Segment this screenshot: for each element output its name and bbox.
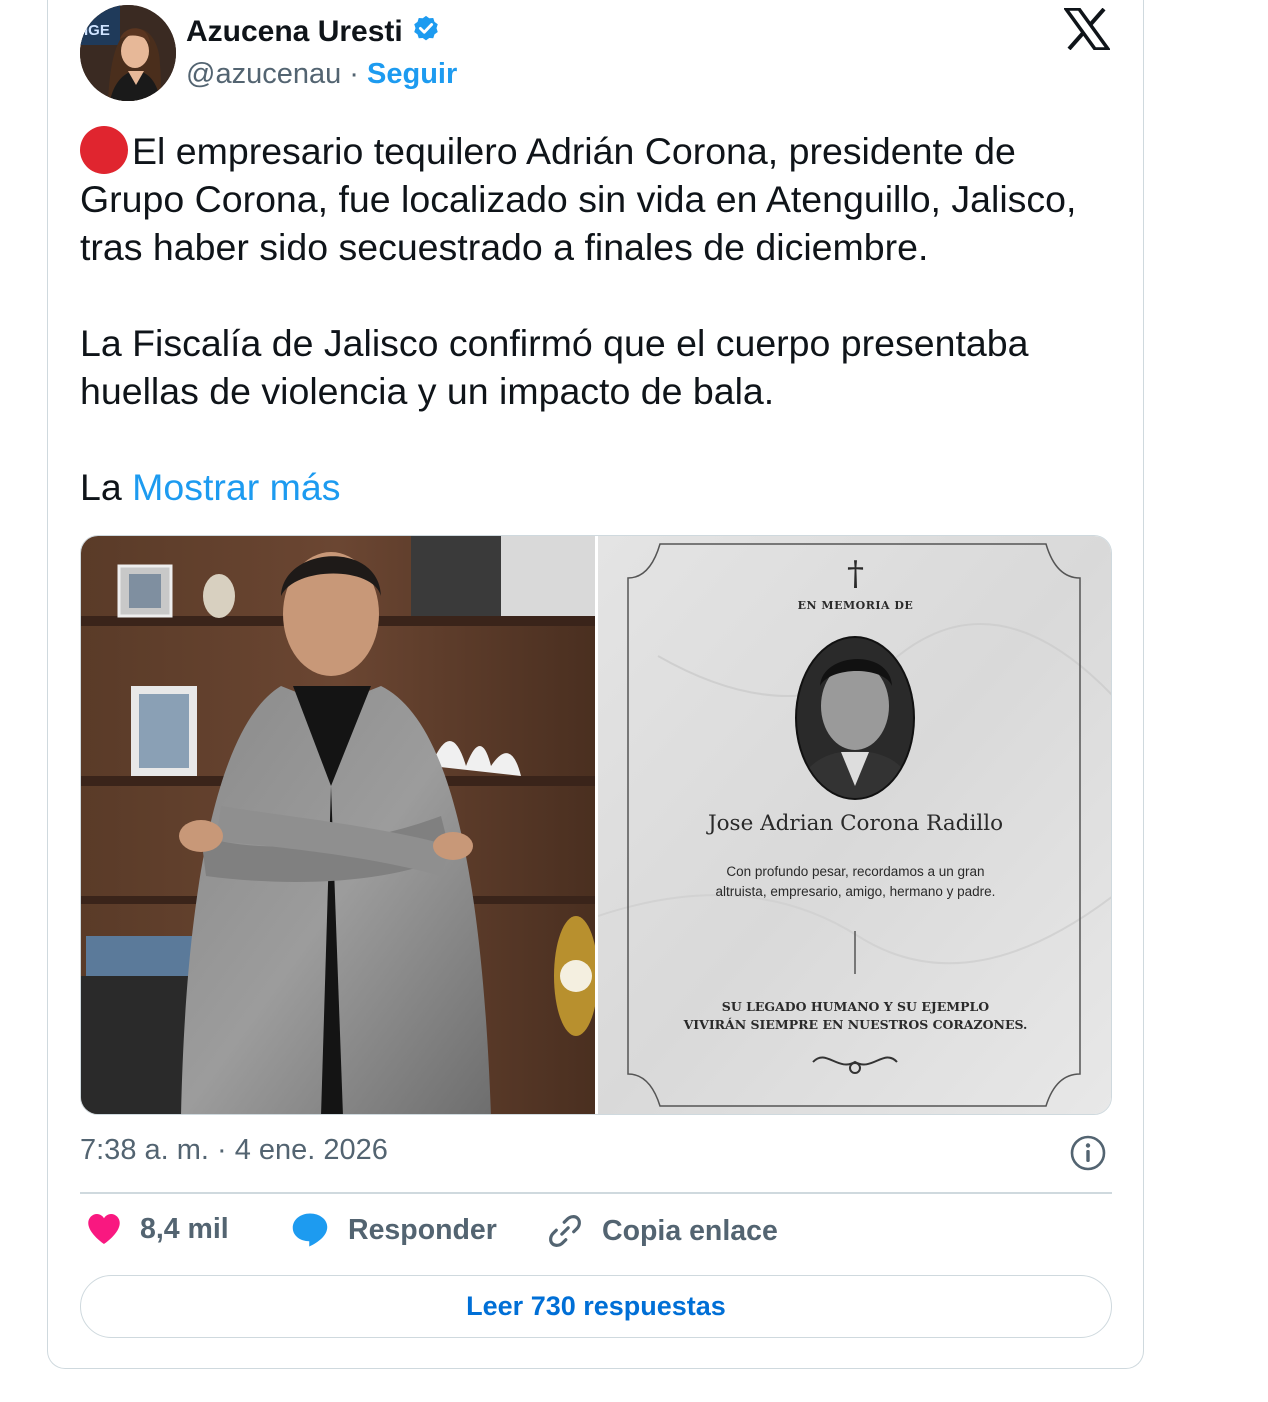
svg-text:IGE: IGE <box>84 22 110 39</box>
memorial-legacy-line-2: VIVIRÁN SIEMPRE EN NUESTROS CORAZONES. <box>683 1017 1028 1032</box>
copy-link-button[interactable]: Copia enlace <box>546 1212 778 1250</box>
reply-label: Responder <box>348 1213 497 1246</box>
copy-link-label: Copia enlace <box>602 1214 778 1247</box>
memorial-heading: EN MEMORIA DE <box>797 599 914 612</box>
tweet-paragraph-1: El empresario tequilero Adrián Corona, p… <box>80 126 1120 271</box>
tweet-timestamp[interactable]: 7:38 a. m. · 4 ene. 2026 <box>80 1134 388 1167</box>
memorial-legacy-line-1: SU LEGADO HUMANO Y SU EJEMPLO <box>721 999 990 1014</box>
verified-badge-icon <box>411 14 441 49</box>
like-button[interactable]: 8,4 mil <box>86 1212 229 1246</box>
divider <box>80 1192 1112 1194</box>
reply-bubble-icon <box>292 1213 328 1247</box>
x-logo-icon[interactable] <box>1062 7 1112 51</box>
read-replies-button[interactable]: Leer 730 respuestas <box>80 1275 1112 1338</box>
link-icon <box>549 1215 581 1247</box>
handle-row: @azucenau · Seguir <box>186 58 457 91</box>
heart-icon <box>88 1214 120 1244</box>
separator-dot: · <box>349 58 359 90</box>
memorial-legacy: SU LEGADO HUMANO Y SU EJEMPLO VIVIRÁN SI… <box>598 998 1111 1034</box>
tweet-paragraph-1-text: El empresario tequilero Adrián Corona, p… <box>80 130 1077 268</box>
memorial-message-line-2: altruista, empresario, amigo, hermano y … <box>715 884 996 899</box>
action-bar: 8,4 mil Responder Copia enlace <box>80 1212 1112 1256</box>
follow-button[interactable]: Seguir <box>367 58 457 90</box>
memorial-card-image[interactable]: † EN MEMORIA DE Jose Adrian Corona Radil… <box>598 536 1111 1114</box>
reply-action-button[interactable]: Responder <box>290 1212 497 1248</box>
memorial-cross-icon: † <box>847 554 864 594</box>
read-replies-label: Leer 730 respuestas <box>466 1291 726 1321</box>
tweet-paragraph-3-text: La <box>80 466 122 508</box>
tweet-paragraph-2: La Fiscalía de Jalisco confirmó que el c… <box>80 322 1029 412</box>
avatar[interactable]: IGE <box>80 5 176 101</box>
show-more-link[interactable]: Mostrar más <box>132 466 340 508</box>
memorial-message-line-1: Con profundo pesar, recordamos a un gran <box>726 864 985 879</box>
media-grid: † EN MEMORIA DE Jose Adrian Corona Radil… <box>80 535 1112 1115</box>
info-icon[interactable] <box>1069 1134 1107 1172</box>
author-name-row: Azucena Uresti <box>186 14 441 49</box>
tweet-paragraph-3: La Mostrar más <box>80 463 1120 511</box>
red-circle-icon <box>80 126 128 174</box>
author-name[interactable]: Azucena Uresti <box>186 15 403 49</box>
photo-businessman[interactable] <box>81 536 598 1114</box>
like-count: 8,4 mil <box>140 1212 229 1245</box>
tweet-text: El empresario tequilero Adrián Corona, p… <box>80 126 1120 511</box>
memorial-name: Jose Adrian Corona Radillo <box>707 811 1004 836</box>
memorial-message: Con profundo pesar, recordamos a un gran… <box>598 862 1111 902</box>
author-handle[interactable]: @azucenau <box>186 58 341 90</box>
